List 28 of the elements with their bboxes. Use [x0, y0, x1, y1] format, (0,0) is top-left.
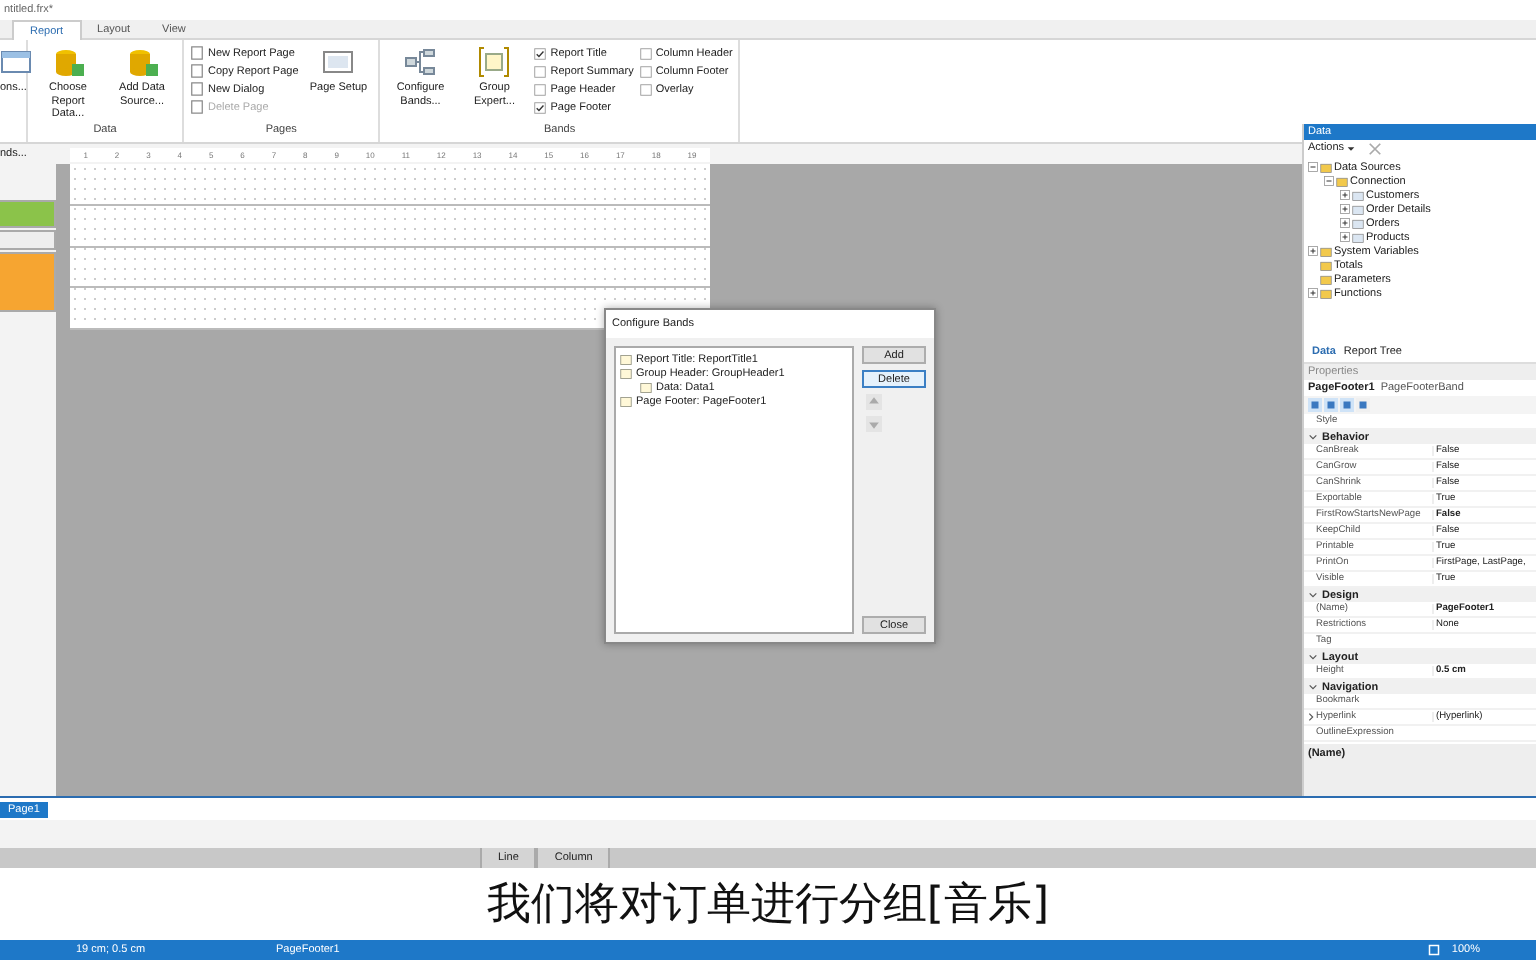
expander-icon[interactable]	[1308, 288, 1318, 298]
checkbox[interactable]	[534, 83, 547, 95]
expander-icon[interactable]	[1340, 190, 1350, 200]
expander-icon[interactable]	[1340, 232, 1350, 242]
page-icon	[322, 46, 355, 78]
chevron-icon[interactable]	[1308, 682, 1318, 692]
checkbox[interactable]	[639, 65, 652, 77]
expander-icon[interactable]	[1308, 162, 1318, 172]
close-icon[interactable]	[1368, 141, 1383, 155]
bands-icon	[404, 46, 437, 78]
view-icon[interactable]	[1427, 944, 1440, 956]
expander-icon[interactable]	[1340, 218, 1350, 228]
chevron-icon[interactable]	[1308, 590, 1318, 600]
chevron-icon[interactable]	[1308, 432, 1318, 442]
database-icon	[52, 46, 84, 78]
expand-icon[interactable]	[1305, 712, 1315, 722]
subtitle-caption: 我们将对订单进行分组[音乐]	[486, 878, 1050, 934]
checkbox[interactable]	[534, 47, 547, 59]
checkbox[interactable]	[639, 47, 652, 59]
expander-icon[interactable]	[1324, 176, 1334, 186]
checkbox[interactable]	[534, 101, 547, 113]
checkbox[interactable]	[534, 65, 547, 77]
expander-icon[interactable]	[1308, 246, 1318, 256]
database-icon	[126, 46, 158, 78]
checkbox[interactable]	[639, 83, 652, 95]
chevron-icon[interactable]	[1308, 652, 1318, 662]
group-icon	[478, 46, 511, 78]
expander-icon[interactable]	[1340, 204, 1350, 214]
